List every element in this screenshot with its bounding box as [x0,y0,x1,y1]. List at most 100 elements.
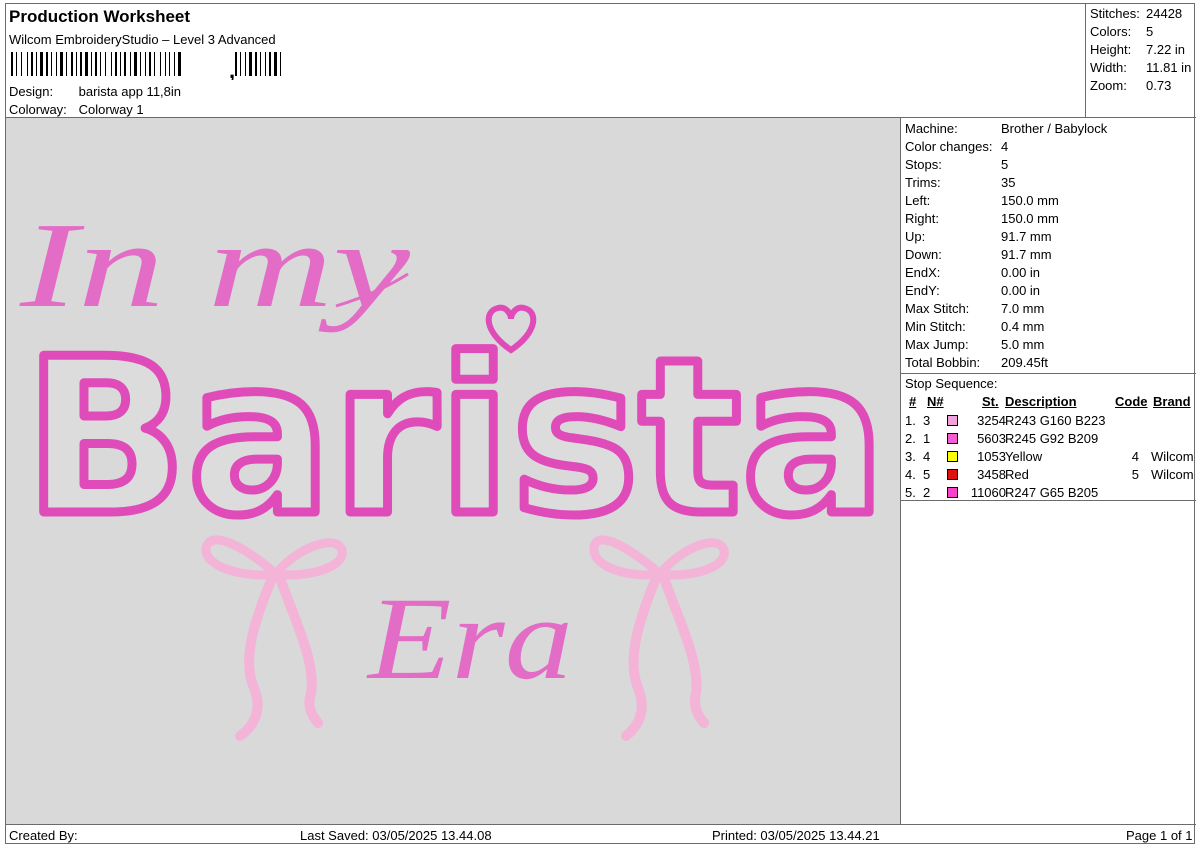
barcode-bar [149,52,151,76]
worksheet-title: Production Worksheet [9,7,191,26]
color-swatch [947,487,958,498]
stat-label: Zoom: [1090,78,1127,93]
stat-width: Width: 11.81 in [1090,59,1194,77]
table-bottom-divider [901,500,1196,501]
stop-brand: Wilcom [1151,467,1194,482]
worksheet-footer: Created By: Last Saved: 03/05/2025 13.44… [6,824,1196,845]
col-n-header: N# [927,394,944,409]
color-swatch [947,415,958,426]
barcode-bar [40,52,43,76]
barcode-bar [249,52,252,76]
stat-stitches: Stitches: 24428 [1090,5,1194,23]
barcode-bar [269,52,271,76]
prop-right: Right: 150.0 mm [905,211,1059,226]
prop-down: Down: 91.7 mm [905,247,1052,262]
software-name: Wilcom EmbroideryStudio – Level 3 Advanc… [9,32,276,47]
barcode-bar [76,52,77,76]
barcode-bar [31,52,33,76]
barcode-bar [174,52,175,76]
stat-value: 0.73 [1146,78,1172,93]
barcode-bar [235,52,237,76]
stop-num: 4. [905,467,916,482]
prop-color-changes: Color changes: 4 [905,139,1009,154]
design-preview: In my Barista Era [6,118,901,824]
design-row: Design: barista app 11,8in [9,84,181,99]
stat-value: 5 [1146,24,1154,39]
stop-num: 3. [905,449,916,464]
barcode-bar [105,52,106,76]
barcode-bar [91,52,92,76]
barcode-bar [154,52,155,76]
stop-brand: Wilcom [1151,449,1194,464]
barcode: , [11,52,281,80]
bow-left [201,535,347,741]
stop-description: R245 G92 B209 [1005,431,1099,446]
embroidery-design: In my Barista Era [19,198,891,741]
worksheet-header: Production Worksheet Wilcom EmbroiderySt… [6,4,1086,118]
stop-needle: 3 [923,413,931,428]
barcode-bar [178,52,181,76]
stat-value: 11.81 in [1146,60,1192,75]
stat-colors: Colors: 5 [1090,23,1194,41]
barcode-bar [124,52,126,76]
barcode-bar [11,52,13,76]
barcode-bar [265,52,266,76]
stop-stitches: 5603 [977,431,1006,446]
colorway-row: Colorway: Colorway 1 [9,102,144,117]
barcode-bar [145,52,146,76]
bow-right [589,535,729,741]
barcode-bar [46,52,48,76]
design-text-line3: Era [366,573,573,704]
stop-description: Red [1005,467,1029,482]
stats-panel: Stitches: 24428 Colors: 5 Height: 7.22 in W… [1085,4,1196,118]
barcode-bar [80,52,82,76]
barcode-bar [21,52,22,76]
printed-date: Printed: 03/05/2025 13.44.21 [712,828,880,843]
barcode-bar [255,52,257,76]
barcode-bar [111,52,112,76]
prop-machine: Machine: Brother / Babylock [905,121,1108,136]
page-number: Page 1 of 1 [1126,828,1193,843]
created-by: Created By: [9,828,78,843]
barcode-bar [160,52,161,76]
barcode-bar [274,52,277,76]
barcode-bar [66,52,67,76]
design-text-line2: Barista [24,312,886,563]
barcode-bar [130,52,131,76]
barcode-bar [280,52,281,76]
stop-stitches: 3254 [977,413,1006,428]
prop-min-stitch: Min Stitch: 0.4 mm [905,319,1045,334]
barcode-bar [36,52,37,76]
barcode-bar [60,52,63,76]
stop-description: Yellow [1005,449,1043,464]
stat-height: Height: 7.22 in [1090,41,1194,59]
stat-value: 24428 [1146,6,1183,21]
stop-needle: 1 [923,431,931,446]
prop-endy: EndY: 0.00 in [905,283,1041,298]
stat-label: Width: [1090,60,1127,75]
stat-zoom: Zoom: 0.73 [1090,77,1194,95]
stop-sequence-title: Stop Sequence: [905,376,998,391]
last-saved: Last Saved: 03/05/2025 13.44.08 [300,828,492,843]
stat-label: Stitches: [1090,6,1140,21]
barcode-bar [120,52,121,76]
barcode-bar [115,52,117,76]
color-swatch [947,433,958,444]
prop-up: Up: 91.7 mm [905,229,1052,244]
design-label: Design: [9,84,54,99]
barcode-bar [245,52,246,76]
barcode-suffix: , [229,58,235,80]
col-st-header: St. [982,394,999,409]
stop-divider [901,373,1196,374]
barcode-bar [16,52,17,76]
barcode-bar [51,52,52,76]
stop-needle: 5 [923,467,931,482]
barcode-bar [140,52,141,76]
design-value: barista app 11,8in [78,84,182,99]
stop-stitches: 1053 [977,449,1006,464]
stat-value: 7.22 in [1146,42,1186,57]
barcode-bar [27,52,28,76]
prop-endx: EndX: 0.00 in [905,265,1041,280]
stop-code: 5 [1131,467,1139,482]
prop-max-jump: Max Jump: 5.0 mm [905,337,1045,352]
